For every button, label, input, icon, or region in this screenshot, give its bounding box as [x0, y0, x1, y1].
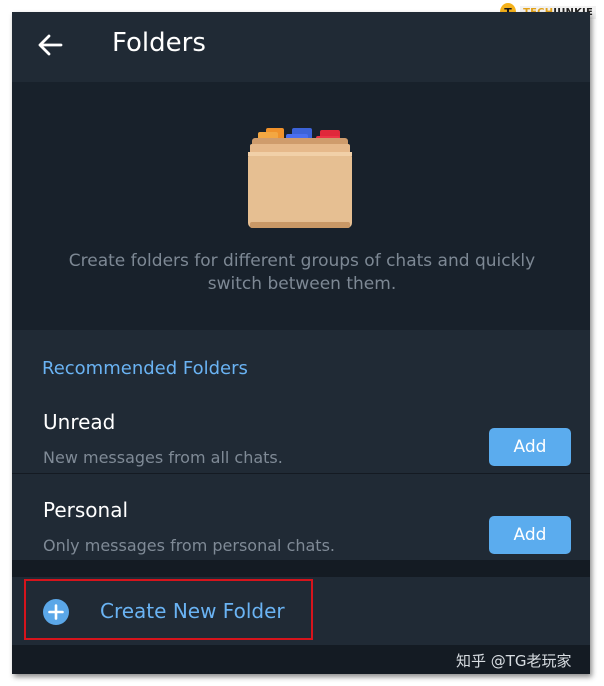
- create-new-folder-button[interactable]: Create New Folder: [12, 577, 590, 645]
- folder-description: Only messages from personal chats.: [43, 536, 335, 555]
- app-screen: Folders Create folders for different gro…: [12, 12, 590, 674]
- folder-name: Unread: [43, 410, 116, 434]
- recommended-folders-section: Recommended Folders Unread New messages …: [12, 330, 590, 560]
- folder-illustration-icon: [248, 128, 352, 228]
- watermark: 知乎 @TG老玩家: [456, 652, 572, 670]
- intro-text: Create folders for different groups of c…: [68, 251, 536, 294]
- top-bar: Folders: [12, 12, 590, 82]
- section-title: Recommended Folders: [42, 358, 248, 379]
- page-title: Folders: [112, 28, 206, 58]
- row-divider: [12, 473, 590, 474]
- folder-description: New messages from all chats.: [43, 448, 283, 467]
- folder-name: Personal: [43, 498, 129, 522]
- add-personal-button[interactable]: Add: [489, 516, 571, 554]
- add-unread-button[interactable]: Add: [489, 428, 571, 466]
- back-arrow-icon[interactable]: [35, 30, 65, 60]
- folders-intro: Create folders for different groups of c…: [12, 82, 590, 330]
- section-gap: [12, 560, 590, 577]
- highlight-box: [24, 579, 313, 640]
